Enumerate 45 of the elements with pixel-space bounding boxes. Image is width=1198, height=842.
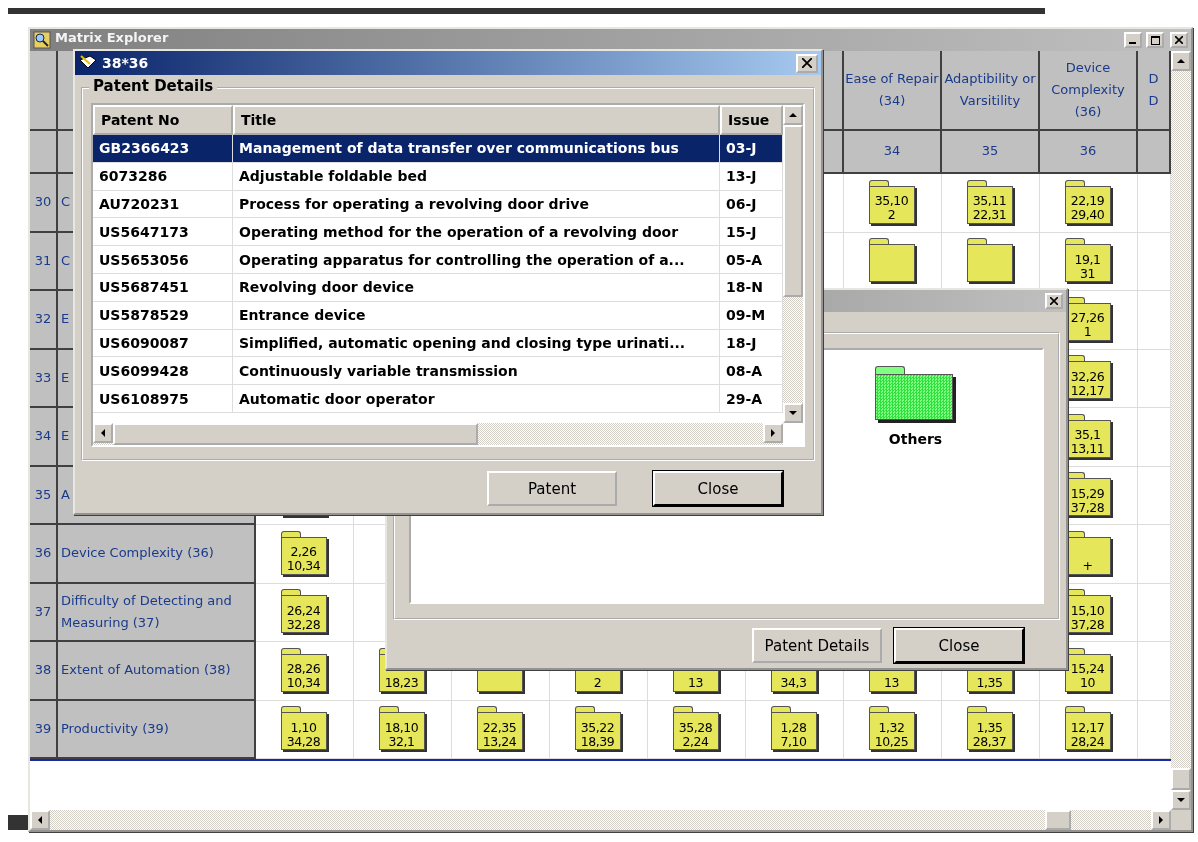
row-number: 35 — [30, 466, 58, 525]
table-cell: GB2366423 — [93, 135, 233, 163]
row-number: 34 — [30, 408, 58, 467]
column-number: 34 — [844, 131, 942, 174]
table-cell: Revolving door device — [233, 274, 720, 302]
table-cell: US5653056 — [93, 246, 233, 274]
table-cell: AU720231 — [93, 190, 233, 219]
table-cell: US6090087 — [93, 329, 233, 358]
table-cell: Automatic door operator — [233, 385, 720, 413]
column-header: D D — [1138, 51, 1171, 131]
table-cell: 03-J — [720, 135, 783, 163]
row-number: 37 — [30, 583, 58, 642]
table-cell: Continuously variable transmission — [233, 357, 720, 386]
table-cell: US6099428 — [93, 357, 233, 386]
table-cell: Operating apparatus for controlling the operation of a... — [233, 246, 720, 274]
row-number: 38 — [30, 642, 58, 701]
table-cell: Adjustable foldable bed — [233, 162, 720, 191]
table-cell: US6108975 — [93, 385, 233, 413]
table-cell: Operating method for the operation of a revolving door — [233, 218, 720, 247]
table-cell: Simplified, automatic opening and closing type urinati... — [233, 329, 720, 358]
row-number: 30 — [30, 174, 58, 233]
window-title: 38*36 — [102, 55, 149, 71]
table-cell: Management of data transfer over communications bus — [233, 135, 720, 163]
row-number: 39 — [30, 700, 58, 759]
table-cell: Entrance device — [233, 301, 720, 330]
column-number: 36 — [1040, 131, 1138, 174]
row-number: 33 — [30, 349, 58, 408]
folder-label: Others — [888, 431, 943, 447]
table-cell: US5647173 — [93, 218, 233, 247]
column-header: Device Complexity (36) — [1040, 51, 1138, 131]
table-cell: US5687451 — [93, 274, 233, 302]
row-label: Device Complexity (36) — [58, 525, 256, 584]
row-number: 32 — [30, 291, 58, 350]
row-number: 36 — [30, 525, 58, 584]
column-header: Ease of Repair (34) — [844, 51, 942, 131]
row-number: 31 — [30, 232, 58, 291]
column-number: 35 — [942, 131, 1040, 174]
column-header: Adaptibility or Varsitility — [942, 51, 1040, 131]
table-cell: 6073286 — [93, 162, 233, 191]
table-cell: US5878529 — [93, 301, 233, 330]
window-title: Matrix Explorer — [55, 29, 169, 45]
row-label: Extent of Automation (38) — [58, 642, 256, 701]
row-label: Difficulty of Detecting and Measuring (37) — [58, 583, 256, 642]
table-cell: Process for operating a revolving door drive — [233, 190, 720, 219]
row-label: Productivity (39) — [58, 700, 256, 759]
